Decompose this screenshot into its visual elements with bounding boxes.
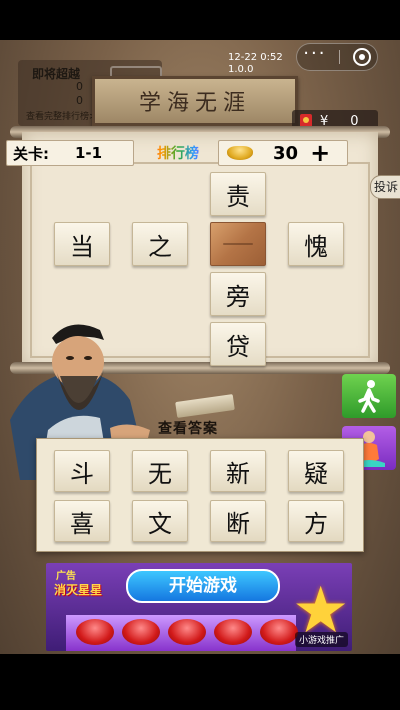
coin-count: 30	[273, 142, 299, 164]
mini-game-promo-tag: 小游戏推广	[294, 632, 348, 647]
ad-label: 广告	[56, 571, 76, 582]
walk-button[interactable]	[342, 374, 396, 418]
start-game-button[interactable]: 开始游戏	[126, 569, 280, 603]
game-screen: 12-22 0:52 1.0.0 ··· 即将超越 0 0 查看完整排行榜>> …	[0, 0, 400, 710]
title-plaque: 学海无涯	[92, 76, 298, 126]
red-cup-icon	[260, 619, 298, 645]
red-cup-icon	[76, 619, 114, 645]
puzzle-tile: 贷	[210, 322, 266, 366]
blank-answer-slot[interactable]	[210, 222, 266, 266]
mini-program-capsule: ···	[296, 43, 378, 71]
puzzle-tile: 责	[210, 172, 266, 216]
leaderboard-button[interactable]: 排行榜	[146, 144, 210, 164]
choice-tile[interactable]: 无	[132, 450, 188, 492]
walking-person-icon	[358, 380, 380, 413]
puzzle-tile: 旁	[210, 272, 266, 316]
level-value: 1-1	[75, 144, 103, 162]
build-info: 12-22 0:52 1.0.0	[228, 52, 283, 76]
choice-tile[interactable]: 新	[210, 450, 266, 492]
level-indicator: 关卡: 1-1	[6, 140, 134, 166]
add-coins-button[interactable]: +	[310, 141, 330, 165]
coin-counter: 30 +	[218, 140, 348, 166]
choice-tile[interactable]: 方	[288, 500, 344, 542]
choice-tile[interactable]: 喜	[54, 500, 110, 542]
bottom-bar	[0, 654, 400, 710]
more-icon[interactable]: ···	[303, 45, 326, 63]
puzzle-tile: 愧	[288, 222, 344, 266]
red-cup-icon	[214, 619, 252, 645]
time-text: 12-22 0:52	[228, 52, 283, 63]
version-text: 1.0.0	[228, 64, 254, 75]
score-value-1: 0	[76, 80, 83, 93]
ad-game-logo: 消灭星星	[54, 583, 103, 597]
choice-tile[interactable]: 断	[210, 500, 266, 542]
puzzle-tile: 之	[132, 222, 188, 266]
choice-tile[interactable]: 疑	[288, 450, 344, 492]
status-bar	[0, 0, 400, 40]
target-icon[interactable]	[352, 48, 371, 66]
choice-tile[interactable]: 斗	[54, 450, 110, 492]
score-title: 即将超越	[32, 67, 81, 81]
red-cup-icon	[122, 619, 160, 645]
scroll-book	[175, 394, 235, 418]
score-value-2: 0	[76, 94, 83, 107]
puzzle-tile: 当	[54, 222, 110, 266]
capsule-divider	[339, 50, 341, 64]
red-cup-icon	[168, 619, 206, 645]
report-button[interactable]: 投诉	[370, 175, 400, 199]
gold-ingot-icon	[227, 146, 253, 160]
level-label: 关卡:	[13, 144, 49, 163]
view-answer-button[interactable]: 查看答案	[158, 418, 218, 438]
ad-banner[interactable]: 广告 消灭星星 开始游戏 ★ 小游戏推广	[46, 563, 352, 651]
choice-tile[interactable]: 文	[132, 500, 188, 542]
